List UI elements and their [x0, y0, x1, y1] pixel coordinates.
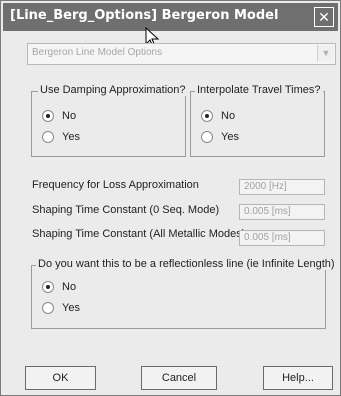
- dialog-window: [Line_Berg_Options] Bergeron Model ✕ Ber…: [0, 0, 341, 396]
- cancel-button[interactable]: Cancel: [141, 366, 217, 390]
- close-icon: ✕: [318, 9, 330, 25]
- shaping-time-metallic-label: Shaping Time Constant (All Metallic Mode…: [32, 228, 246, 240]
- damping-yes-radio[interactable]: [42, 131, 54, 143]
- loss-frequency-label: Frequency for Loss Approximation: [32, 179, 199, 191]
- travel-times-group: Interpolate Travel Times? No Yes: [190, 84, 325, 157]
- reflectionless-no-option[interactable]: No: [42, 281, 76, 293]
- loss-frequency-field[interactable]: 2000 [Hz]: [239, 179, 325, 195]
- travel-yes-option[interactable]: Yes: [201, 131, 239, 143]
- reflectionless-yes-label: Yes: [62, 302, 80, 314]
- travel-yes-radio[interactable]: [201, 131, 213, 143]
- damping-group: Use Damping Approximation? No Yes: [31, 84, 188, 157]
- travel-yes-label: Yes: [221, 131, 239, 143]
- reflectionless-no-radio[interactable]: [42, 281, 54, 293]
- reflectionless-yes-option[interactable]: Yes: [42, 302, 80, 314]
- travel-times-legend: Interpolate Travel Times?: [195, 84, 323, 96]
- model-options-value: Bergeron Line Model Options: [32, 47, 163, 58]
- shaping-time-zero-seq-label: Shaping Time Constant (0 Seq. Mode): [32, 204, 220, 216]
- damping-no-radio[interactable]: [42, 110, 54, 122]
- damping-legend: Use Damping Approximation?: [38, 84, 188, 96]
- reflectionless-yes-radio[interactable]: [42, 302, 54, 314]
- damping-yes-option[interactable]: Yes: [42, 131, 80, 143]
- model-options-dropdown[interactable]: Bergeron Line Model Options ▼: [27, 43, 336, 65]
- ok-button[interactable]: OK: [25, 366, 96, 390]
- travel-no-radio[interactable]: [201, 110, 213, 122]
- window-title: [Line_Berg_Options] Bergeron Model: [10, 8, 279, 23]
- help-button[interactable]: Help...: [263, 366, 333, 390]
- close-button[interactable]: ✕: [314, 7, 334, 27]
- damping-no-option[interactable]: No: [42, 110, 76, 122]
- shaping-time-zero-seq-field[interactable]: 0.005 [ms]: [239, 204, 325, 220]
- reflectionless-no-label: No: [62, 281, 77, 293]
- shaping-time-metallic-field[interactable]: 0.005 [ms]: [239, 230, 325, 246]
- title-bar[interactable]: [Line_Berg_Options] Bergeron Model ✕: [3, 3, 338, 31]
- damping-yes-label: Yes: [62, 131, 80, 143]
- reflectionless-group: Do you want this to be a reflectionless …: [31, 258, 337, 329]
- travel-no-option[interactable]: No: [201, 110, 235, 122]
- chevron-down-icon[interactable]: ▼: [317, 45, 334, 61]
- damping-no-label: No: [62, 110, 77, 122]
- travel-no-label: No: [221, 110, 236, 122]
- reflectionless-legend: Do you want this to be a reflectionless …: [36, 258, 337, 270]
